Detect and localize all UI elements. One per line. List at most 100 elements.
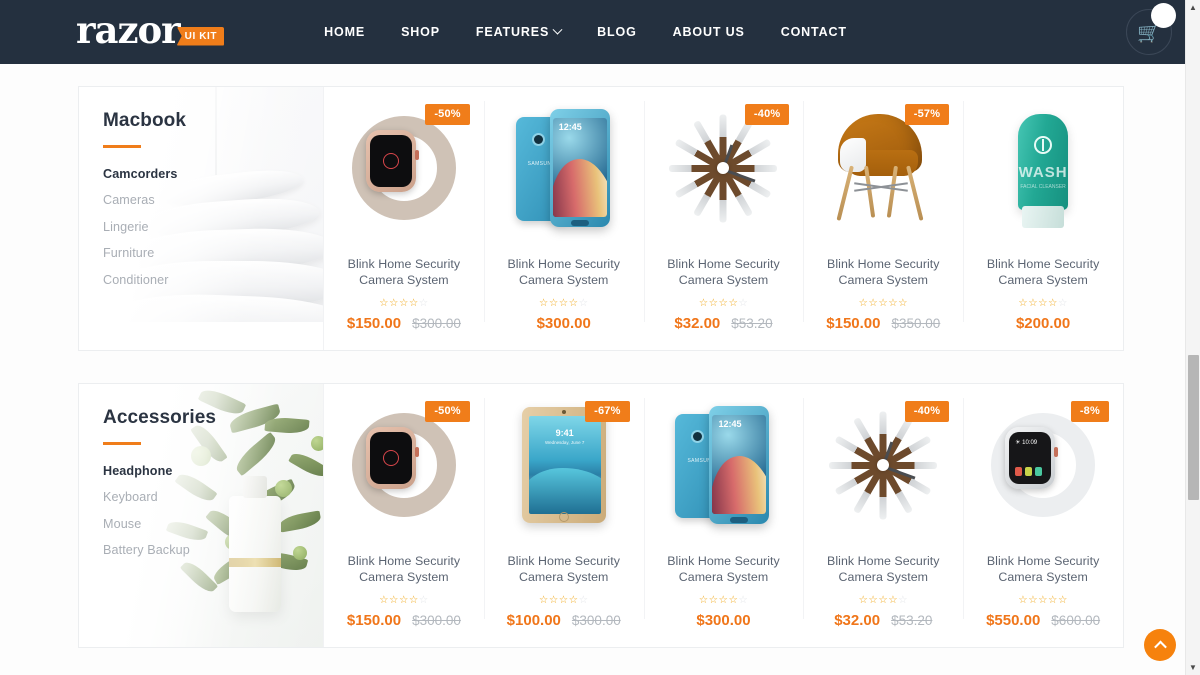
caret-down-icon[interactable]: ▼ bbox=[1186, 660, 1200, 675]
nav-item-blog[interactable]: BLOG bbox=[597, 25, 637, 39]
product-thumbnail[interactable]: ☀ 10:09 bbox=[973, 406, 1113, 524]
product-title[interactable]: Blink Home Security Camera System bbox=[494, 554, 634, 586]
product-image-watch-white: ☀ 10:09 bbox=[991, 413, 1096, 517]
product-card[interactable]: -57% Blink Home Security Camera System ☆☆☆… bbox=[803, 87, 963, 350]
product-thumbnail[interactable]: 9:41 Wednesday, June 7 bbox=[494, 406, 634, 524]
caret-up-icon[interactable]: ▲ bbox=[1186, 0, 1200, 15]
rating-stars: ☆☆☆☆☆ bbox=[1018, 296, 1068, 309]
rating-stars: ☆☆☆☆☆ bbox=[538, 296, 589, 309]
product-card[interactable]: -50% Blink Home Security Camera System ☆☆☆… bbox=[324, 384, 484, 647]
scroll-to-top-button[interactable] bbox=[1144, 629, 1176, 661]
product-grid: -50% Blink Home Security Camera System ☆☆☆… bbox=[324, 87, 1123, 350]
nav-item-about-us[interactable]: ABOUT US bbox=[673, 25, 745, 39]
brand-logo[interactable]: razor UI KIT bbox=[76, 7, 225, 52]
current-price: $32.00 bbox=[674, 315, 721, 333]
category-list: Camcorders Cameras Lingerie Furniture Condit… bbox=[103, 167, 323, 287]
product-image-starburst-clock bbox=[825, 407, 941, 523]
discount-badge: -57% bbox=[904, 104, 950, 125]
original-price: $300.00 bbox=[571, 613, 621, 629]
price-row: $200.00 bbox=[1016, 315, 1070, 332]
product-thumbnail[interactable] bbox=[334, 109, 474, 227]
nav-item-features[interactable]: FEATURES bbox=[476, 24, 563, 39]
product-section: Macbook Camcorders Cameras Lingerie Furnitur… bbox=[78, 86, 1124, 351]
category-item-headphone[interactable]: Headphone bbox=[103, 464, 323, 478]
current-price: $300.00 bbox=[696, 612, 751, 630]
rating-stars: ☆☆☆☆☆ bbox=[698, 593, 749, 606]
nav-item-home[interactable]: HOME bbox=[324, 25, 365, 39]
chevron-up-icon bbox=[1153, 640, 1167, 653]
page-content: Macbook Camcorders Cameras Lingerie Furnitur… bbox=[0, 64, 1200, 675]
product-card[interactable]: -40% Blink Home Security Camera System ☆☆☆… bbox=[643, 87, 804, 350]
product-card[interactable]: SAMSUNG 12:45 Blink Home Security Camera S… bbox=[643, 384, 804, 647]
product-card[interactable]: -50% Blink Home Security Camera System ☆☆☆… bbox=[324, 87, 484, 350]
product-thumbnail[interactable]: WASH FACIAL CLEANSER bbox=[973, 108, 1113, 228]
nav-item-shop[interactable]: SHOP bbox=[401, 25, 440, 39]
product-card[interactable]: SAMSUNG 12:45 Blink Home Security Camera S… bbox=[483, 87, 644, 350]
product-image-facewash-tube: WASH FACIAL CLEANSER bbox=[1012, 108, 1074, 228]
product-thumbnail[interactable] bbox=[813, 109, 953, 227]
price-row: $300.00 bbox=[537, 315, 591, 332]
product-thumbnail[interactable] bbox=[334, 406, 474, 524]
product-image-watch-pink bbox=[351, 116, 456, 220]
price-row: $100.00 $300.00 bbox=[507, 612, 621, 629]
nav-item-contact[interactable]: CONTACT bbox=[781, 25, 847, 39]
discount-badge: -67% bbox=[585, 401, 630, 422]
product-title[interactable]: Blink Home Security Camera System bbox=[334, 257, 474, 289]
nav-item-label: CONTACT bbox=[780, 25, 847, 39]
title-underline bbox=[103, 145, 141, 148]
product-card[interactable]: -40% Blink Home Security Camera System ☆☆☆… bbox=[803, 384, 963, 647]
category-item-conditioner[interactable]: Conditioner bbox=[103, 273, 323, 287]
category-item-keyboard[interactable]: Keyboard bbox=[103, 490, 323, 504]
product-image-phone-blue: SAMSUNG 12:45 bbox=[515, 109, 612, 227]
nav-item-label: ABOUT US bbox=[672, 25, 745, 39]
category-item-camcorders[interactable]: Camcorders bbox=[103, 167, 323, 181]
discount-badge: -40% bbox=[744, 104, 790, 125]
price-row: $32.00 $53.20 bbox=[834, 612, 932, 629]
current-price: $150.00 bbox=[346, 315, 402, 333]
product-image-eames-chair bbox=[828, 108, 938, 228]
category-item-mouse[interactable]: Mouse bbox=[103, 517, 323, 531]
title-underline bbox=[103, 442, 141, 445]
product-title[interactable]: Blink Home Security Camera System bbox=[654, 554, 794, 586]
cart-button[interactable]: 🛒 bbox=[1126, 3, 1176, 55]
current-price: $200.00 bbox=[1015, 315, 1071, 333]
rating-stars: ☆☆☆☆☆ bbox=[379, 593, 429, 606]
product-card[interactable]: WASH FACIAL CLEANSER Blink Home Security C… bbox=[963, 87, 1123, 350]
sidebar-content: Accessories Headphone Keyboard Mouse Battery… bbox=[79, 384, 323, 557]
brand-badge: UI KIT bbox=[176, 26, 225, 46]
product-thumbnail[interactable] bbox=[654, 109, 794, 227]
category-item-battery-backup[interactable]: Battery Backup bbox=[103, 543, 323, 557]
product-image-watch-pink bbox=[351, 413, 456, 517]
product-title[interactable]: Blink Home Security Camera System bbox=[973, 554, 1113, 586]
category-item-cameras[interactable]: Cameras bbox=[103, 193, 323, 207]
price-row: $32.00 $53.20 bbox=[674, 315, 772, 332]
category-item-furniture[interactable]: Furniture bbox=[103, 246, 323, 260]
discount-badge: -50% bbox=[425, 104, 470, 125]
product-title[interactable]: Blink Home Security Camera System bbox=[494, 257, 634, 289]
product-title[interactable]: Blink Home Security Camera System bbox=[973, 257, 1113, 289]
product-title[interactable]: Blink Home Security Camera System bbox=[654, 257, 794, 289]
product-card[interactable]: -8% ☀ 10:09 Blink Home Security Camera Sys… bbox=[963, 384, 1123, 647]
current-price: $550.00 bbox=[986, 612, 1041, 630]
product-title[interactable]: Blink Home Security Camera System bbox=[334, 554, 474, 586]
price-row: $150.00 $350.00 bbox=[826, 315, 940, 332]
discount-badge: -40% bbox=[904, 401, 950, 422]
scrollbar-thumb[interactable] bbox=[1188, 355, 1199, 500]
rating-stars: ☆☆☆☆☆ bbox=[858, 296, 909, 309]
brand-name: razor bbox=[76, 7, 181, 52]
cart-count-badge bbox=[1151, 3, 1176, 28]
page-scrollbar[interactable]: ▲ ▼ bbox=[1185, 0, 1200, 675]
product-thumbnail[interactable]: SAMSUNG 12:45 bbox=[494, 109, 634, 227]
category-sidebar: Macbook Camcorders Cameras Lingerie Furnitur… bbox=[79, 87, 324, 350]
product-title[interactable]: Blink Home Security Camera System bbox=[813, 257, 953, 289]
product-thumbnail[interactable] bbox=[813, 406, 953, 524]
product-image-phone-blue: SAMSUNG 12:45 bbox=[675, 406, 771, 524]
category-item-lingerie[interactable]: Lingerie bbox=[103, 220, 323, 234]
product-thumbnail[interactable]: SAMSUNG 12:45 bbox=[654, 406, 794, 524]
rating-stars: ☆☆☆☆☆ bbox=[698, 296, 749, 309]
price-row: $150.00 $300.00 bbox=[347, 315, 461, 332]
original-price: $300.00 bbox=[412, 316, 461, 332]
product-title[interactable]: Blink Home Security Camera System bbox=[813, 554, 953, 586]
product-card[interactable]: -67% 9:41 Wednesday, June 7 Blink Home Secu… bbox=[483, 384, 644, 647]
sidebar-content: Macbook Camcorders Cameras Lingerie Furnitur… bbox=[79, 87, 323, 287]
